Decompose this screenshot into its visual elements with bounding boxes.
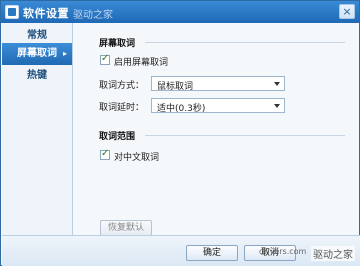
settings-window: 软件设置 驱动之家 × 常规 屏幕取词 ▸ 热键 屏幕取词 启用屏幕取词 取词方…: [0, 0, 360, 266]
restore-default-button[interactable]: 恢复默认: [100, 220, 152, 236]
section-divider: [145, 135, 345, 136]
chinese-capture-label: 对中文取词: [114, 153, 160, 163]
enable-capture-checkbox[interactable]: [100, 53, 110, 65]
watermark-url: drivers.com: [259, 247, 307, 256]
chevron-right-icon: ▸: [62, 49, 67, 58]
sidebar-item-hotkey[interactable]: 热键: [2, 65, 72, 87]
capture-delay-select[interactable]: 适中(0.3秒): [151, 98, 285, 114]
chevron-down-icon: [272, 79, 282, 88]
window-title: 软件设置: [23, 7, 69, 20]
sidebar-item-label: 热键: [27, 70, 47, 81]
capture-delay-value: 适中(0.3秒): [157, 104, 206, 114]
settings-panel: 屏幕取词 启用屏幕取词 取词方式： 鼠标取词 取词延时： 适中(0.3秒) 取词…: [81, 23, 357, 236]
sidebar: 常规 屏幕取词 ▸ 热键: [2, 23, 73, 235]
capture-mode-value: 鼠标取词: [157, 82, 194, 92]
sidebar-item-label: 常规: [27, 30, 47, 41]
section-title-capture: 屏幕取词: [99, 39, 136, 49]
section-title-range: 取词范围: [99, 132, 136, 142]
chinese-capture-checkbox[interactable]: [100, 148, 110, 160]
close-button[interactable]: ×: [339, 4, 355, 19]
capture-mode-select[interactable]: 鼠标取词: [151, 76, 285, 92]
section-divider: [145, 42, 345, 43]
app-icon: [5, 5, 19, 19]
mode-label: 取词方式：: [99, 81, 145, 91]
sidebar-item-label: 屏幕取词: [17, 48, 57, 59]
ok-button[interactable]: 确定: [186, 245, 238, 261]
title-watermark: 驱动之家: [73, 10, 113, 21]
close-icon: ×: [342, 5, 352, 18]
watermark-logo: 驱动之家: [311, 246, 355, 261]
delay-label: 取词延时：: [99, 103, 145, 113]
title-bar: 软件设置 驱动之家 ×: [1, 1, 359, 23]
enable-capture-label: 启用屏幕取词: [114, 58, 169, 68]
chevron-down-icon: [272, 101, 282, 110]
sidebar-item-screen-capture[interactable]: 屏幕取词 ▸: [2, 43, 72, 65]
